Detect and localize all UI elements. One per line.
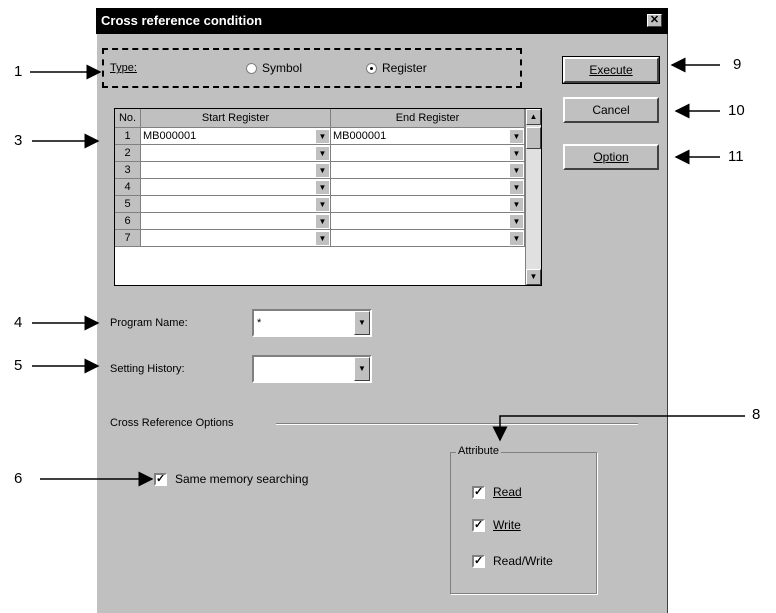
callout-8: 8 — [752, 406, 761, 423]
callout-11: 11 — [728, 148, 744, 165]
callout-4: 4 — [14, 314, 23, 331]
callout-6: 6 — [14, 470, 23, 487]
callout-10: 10 — [728, 102, 745, 119]
callout-1: 1 — [14, 63, 23, 80]
callout-arrows — [30, 57, 745, 487]
callout-5: 5 — [14, 357, 23, 374]
callout-3: 3 — [14, 132, 23, 149]
callout-arrow-8 — [492, 415, 745, 442]
callout-9: 9 — [733, 56, 742, 73]
